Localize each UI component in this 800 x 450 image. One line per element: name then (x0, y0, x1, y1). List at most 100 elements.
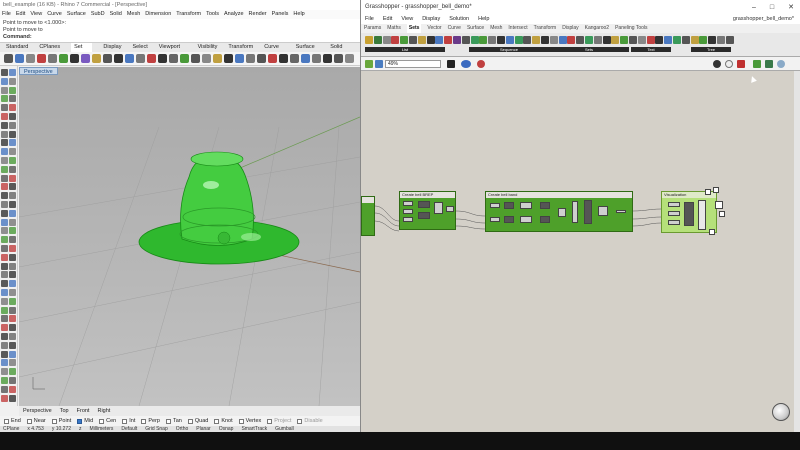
menu-item-curve[interactable]: Curve (47, 10, 62, 19)
preview-off-icon[interactable] (713, 60, 721, 68)
toolbar-tool-icon[interactable] (301, 54, 310, 63)
menu-item-analyze[interactable]: Analyze (224, 10, 244, 19)
preview-eye-icon[interactable] (461, 60, 471, 68)
checkbox[interactable] (4, 418, 9, 424)
side-tool-icon[interactable] (1, 289, 8, 296)
side-tool-icon[interactable] (9, 280, 16, 288)
toolbar-tool-icon[interactable] (213, 54, 222, 63)
open-file-icon[interactable] (365, 60, 373, 68)
viewport-tab-perspective[interactable]: Perspective (23, 406, 52, 416)
side-tool-icon[interactable] (1, 253, 8, 261)
side-tool-icon[interactable] (9, 209, 16, 217)
rhino-command-area[interactable]: Point to move to <1.000>: Point to move … (0, 19, 360, 43)
gh-component-icon[interactable] (461, 36, 470, 44)
menu-item-mesh[interactable]: Mesh (127, 10, 140, 19)
side-tool-icon[interactable] (1, 218, 8, 226)
gh-tab-vector[interactable]: Vector (427, 24, 441, 33)
preview-wire-icon[interactable] (725, 60, 733, 68)
menu-item-view[interactable]: View (30, 10, 42, 19)
zoom-input[interactable]: 49% (385, 60, 441, 68)
gh-component-icon[interactable] (400, 36, 409, 44)
toolbar-tool-icon[interactable] (37, 54, 46, 63)
gh-ribbon-group-sets[interactable]: Sets (549, 47, 629, 52)
side-tool-icon[interactable] (1, 192, 8, 200)
toolbar-tool-icon[interactable] (92, 54, 101, 63)
side-tool-icon[interactable] (9, 333, 16, 340)
toolbar-tool-icon[interactable] (268, 54, 277, 63)
checkbox[interactable] (51, 418, 57, 424)
toolbar-tool-icon[interactable] (81, 54, 90, 63)
gh-tab-transform[interactable]: Transform (534, 24, 557, 33)
document-preview-icon[interactable] (765, 60, 773, 68)
side-tool-icon[interactable] (1, 77, 8, 85)
gh-component-icon[interactable] (646, 36, 655, 44)
menu-item-subd[interactable]: SubD (91, 10, 105, 19)
menu-item-help[interactable]: Help (293, 10, 304, 19)
gh-tab-sets[interactable]: Sets (406, 24, 422, 33)
toolbar-tool-icon[interactable] (235, 54, 244, 63)
side-tool-icon[interactable] (9, 271, 16, 279)
maximize-icon[interactable]: □ (770, 4, 774, 11)
gh-component-icon[interactable] (514, 36, 523, 44)
zoom-fit-icon[interactable] (447, 60, 455, 68)
side-tool-icon[interactable] (9, 350, 16, 358)
gh-component-icon[interactable] (409, 36, 417, 44)
toolbar-tool-icon[interactable] (70, 54, 79, 63)
side-tool-icon[interactable] (1, 157, 8, 164)
osnap-mid[interactable]: Mid (77, 416, 93, 426)
toolbar-tool-icon[interactable] (26, 54, 35, 63)
side-tool-icon[interactable] (9, 359, 16, 367)
gh-component-icon[interactable] (690, 36, 699, 44)
gh-component-icon[interactable] (673, 36, 681, 44)
gh-component[interactable] (668, 202, 680, 207)
side-tool-icon[interactable] (1, 69, 8, 76)
gh-component-icon[interactable] (470, 36, 479, 44)
gh-component-icon[interactable] (620, 36, 629, 44)
gh-tab-paneling-tools[interactable]: Paneling Tools (615, 24, 647, 33)
side-tool-icon[interactable] (9, 289, 16, 296)
toolbar-tool-icon[interactable] (4, 54, 13, 63)
gh-component[interactable] (520, 202, 532, 209)
side-tool-icon[interactable] (9, 183, 16, 191)
checkbox[interactable] (141, 418, 147, 424)
gh-component-icon[interactable] (426, 36, 435, 44)
gh-component-icon[interactable] (629, 36, 637, 44)
gh-component-icon[interactable] (593, 36, 602, 44)
gh-tab-curve[interactable]: Curve (448, 24, 461, 33)
side-tool-icon[interactable] (1, 315, 8, 323)
side-tool-icon[interactable] (9, 368, 16, 376)
gh-component-icon[interactable] (382, 36, 391, 44)
toolbar-tool-icon[interactable] (257, 54, 266, 63)
toolbar-tool-icon[interactable] (180, 54, 189, 63)
gh-widget-icon[interactable] (772, 403, 790, 421)
gh-tab-mesh[interactable]: Mesh (490, 24, 502, 33)
gh-component[interactable] (418, 212, 430, 219)
gh-tab-kangaroo2[interactable]: Kangaroo2 (585, 24, 609, 33)
side-tool-icon[interactable] (9, 324, 16, 332)
osnap-vertex[interactable]: Vertex (238, 416, 261, 426)
gh-component[interactable] (403, 201, 413, 206)
side-tool-icon[interactable] (9, 165, 16, 173)
toolbar-tool-icon[interactable] (246, 54, 255, 63)
menu-item-tools[interactable]: Tools (206, 10, 219, 19)
checkbox[interactable] (122, 418, 128, 424)
gh-ribbon-group-list[interactable]: List (365, 47, 445, 52)
gh-component-icon[interactable] (576, 36, 585, 44)
toolbar-tool-icon[interactable] (202, 54, 211, 63)
checkbox[interactable] (214, 418, 220, 424)
side-tool-icon[interactable] (1, 324, 8, 332)
menu-item-render[interactable]: Render (249, 10, 267, 19)
checkbox[interactable] (165, 418, 171, 424)
gh-component-icon[interactable] (549, 36, 558, 44)
gh-menu-display[interactable]: Display (422, 14, 440, 24)
gh-group-inputs[interactable] (361, 196, 375, 236)
tab-visibility[interactable]: Visibility (198, 43, 218, 52)
toolbar-tool-icon[interactable] (334, 54, 343, 63)
osnap-disable[interactable]: Disable (297, 416, 323, 426)
toolbar-tool-icon[interactable] (158, 54, 167, 63)
side-tool-icon[interactable] (9, 201, 16, 208)
minimize-icon[interactable]: – (752, 4, 756, 11)
gh-tab-surface[interactable]: Surface (467, 24, 484, 33)
viewport-tab-top[interactable]: Top (60, 406, 69, 416)
side-tool-icon[interactable] (1, 341, 8, 349)
